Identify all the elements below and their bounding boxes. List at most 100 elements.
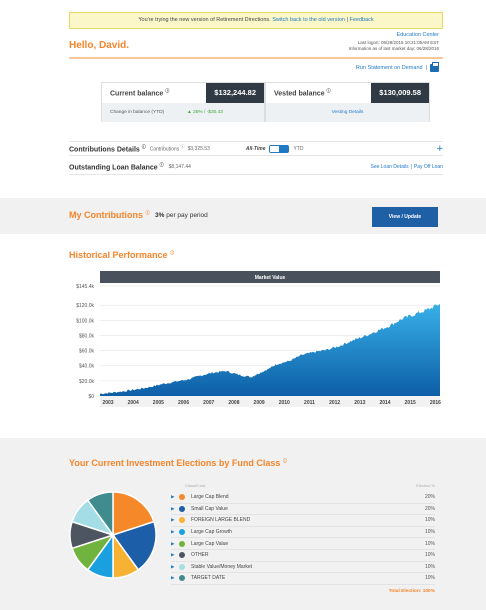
fund-name: Stable Value/Money Market	[191, 563, 253, 570]
banner-separator: |	[346, 17, 348, 23]
last-logon: Last logon: 06/28/2016 10:21:05AM EST	[357, 40, 439, 45]
x-tick-label: 2005	[153, 400, 164, 406]
chart-y-axis: $0 $20.0k $40.0k $60.0k $80.0k $100.0k $120.0k…	[76, 284, 94, 400]
expand-arrow-icon[interactable]: ▶	[171, 506, 179, 512]
x-tick-label: 2008	[228, 400, 239, 406]
info-icon[interactable]: ⓘ	[170, 250, 174, 255]
view-update-button[interactable]: View / Update	[372, 207, 438, 227]
up-arrow-icon: ▲	[187, 110, 192, 115]
x-tick-label: 2015	[405, 400, 416, 406]
elections-title: Your Current Investment Elections by Fun…	[69, 458, 287, 468]
y-tick-label: $0	[88, 394, 94, 400]
y-tick-label: $80.0k	[79, 333, 95, 339]
fund-pct: 10%	[424, 517, 435, 524]
expand-arrow-icon[interactable]: ▶	[171, 517, 179, 523]
fund-row[interactable]: ▶ TARGET DATE 10%	[171, 573, 435, 585]
banner-text: You're trying the new version of Retirem…	[138, 17, 271, 23]
y-tick-label: $20.0k	[79, 379, 95, 385]
info-icon[interactable]: ⓘ	[283, 458, 287, 463]
fund-class-pie-chart	[69, 491, 157, 579]
x-tick-label: 2012	[329, 400, 340, 406]
fund-color-dot	[179, 575, 185, 582]
fund-pct: 10%	[424, 529, 435, 536]
fund-name: Large Cap Blend	[191, 494, 229, 501]
my-contributions-title: My Contributions ⓘ	[69, 210, 150, 220]
header-divider	[69, 57, 443, 59]
fund-row[interactable]: ▶ Large Cap Growth 10%	[171, 527, 435, 539]
run-statement-separator: |	[425, 65, 427, 71]
ytd-label[interactable]: YTD	[293, 146, 303, 152]
info-icon[interactable]: ⓘ	[327, 88, 331, 93]
period-toggle[interactable]	[269, 144, 290, 153]
contribution-rate: 3% per pay period	[155, 212, 208, 219]
fund-row[interactable]: ▶ Large Cap Value 10%	[171, 538, 435, 550]
expand-arrow-icon[interactable]: ▶	[171, 529, 179, 535]
fund-name: TARGET DATE	[191, 575, 226, 582]
fund-row[interactable]: ▶ OTHER 10%	[171, 550, 435, 562]
fund-color-dot	[179, 563, 185, 570]
historical-performance-title: Historical Performance ⓘ	[69, 250, 175, 260]
expand-arrow-icon[interactable]: ▶	[171, 575, 179, 581]
fund-pct: 20%	[424, 505, 435, 512]
expand-arrow-icon[interactable]: ▶	[171, 564, 179, 570]
education-center-link[interactable]: Education Center	[397, 32, 440, 38]
x-tick-label: 2011	[304, 400, 315, 406]
current-balance-card: Current balance ⓘ $132,244.82 Change in …	[101, 82, 265, 122]
fund-name: Large Cap Growth	[191, 529, 232, 536]
contributions-details-row: Contributions Details ⓘ Contributions ⓘ …	[69, 141, 443, 156]
run-statement-row: Run Statement on Demand |	[356, 62, 439, 72]
current-balance-label: Current balance ⓘ	[110, 88, 170, 98]
market-value-chart: Market Value $0$20.0k$40.0k$60.0k$80.0k$…	[76, 271, 441, 407]
loan-title: Outstanding Loan Balance ⓘ	[69, 162, 164, 172]
fund-elections-table: Class/Fund Election % ▶ Large Cap Blend 20…	[171, 483, 435, 594]
fund-pct: 10%	[424, 563, 435, 570]
version-banner: You're trying the new version of Retirem…	[69, 12, 443, 29]
current-balance-value: $132,244.82	[206, 83, 264, 103]
loan-details-link[interactable]: See Loan Details	[370, 164, 408, 170]
pay-off-loan-link[interactable]: Pay Off Loan	[414, 164, 443, 170]
y-tick-label: $40.0k	[79, 364, 95, 370]
info-icon[interactable]: ⓘ	[165, 88, 169, 93]
info-date: Information as of last market day: 06/28…	[348, 45, 439, 51]
change-value: ▲ 25% / -$30.43	[187, 110, 223, 115]
fund-pct: 10%	[424, 575, 435, 582]
expand-plus-icon[interactable]: +	[437, 143, 443, 155]
fund-row[interactable]: ▶ FOREIGN LARGE BLEND 10%	[171, 515, 435, 527]
fund-table-header: Class/Fund Election %	[171, 483, 435, 492]
run-statement-link[interactable]: Run Statement on Demand	[356, 65, 423, 71]
fund-pct: 20%	[424, 494, 435, 501]
info-icon[interactable]: ⓘ	[160, 162, 164, 167]
loan-value: $8,147.44	[168, 164, 191, 170]
fund-row[interactable]: ▶ Small Cap Value 20%	[171, 504, 435, 516]
expand-arrow-icon[interactable]: ▶	[171, 552, 179, 558]
market-value-area	[100, 303, 440, 396]
expand-arrow-icon[interactable]: ▶	[171, 541, 179, 547]
x-tick-label: 2003	[102, 400, 113, 406]
contributions-sub-label: Contributions ⓘ	[149, 144, 185, 153]
total-election: Total Election: 100%	[388, 588, 435, 594]
fund-row[interactable]: ▶ Large Cap Blend 20%	[171, 492, 435, 504]
info-icon[interactable]: ⓘ	[146, 210, 150, 215]
contributions-title: Contributions Details ⓘ	[69, 143, 146, 154]
info-icon[interactable]: ⓘ	[142, 144, 146, 149]
feedback-link[interactable]: Feedback	[349, 17, 373, 23]
x-tick-label: 2004	[128, 400, 139, 406]
col-pct-header: Election %	[416, 483, 435, 488]
expand-arrow-icon[interactable]: ▶	[171, 494, 179, 500]
col-fund-header: Class/Fund	[185, 483, 206, 488]
fund-name: Large Cap Value	[191, 540, 229, 547]
fund-color-dot	[179, 494, 185, 501]
switch-version-link[interactable]: Switch back to the old version	[272, 17, 345, 23]
loan-separator: |	[410, 164, 412, 170]
fund-color-dot	[179, 517, 185, 524]
fund-row[interactable]: ▶ Stable Value/Money Market 10%	[171, 562, 435, 574]
chart-title: Market Value	[255, 275, 286, 281]
fund-pct: 10%	[424, 552, 435, 559]
all-time-label[interactable]: All-Time	[246, 146, 266, 152]
x-tick-label: 2007	[203, 400, 214, 406]
loan-row: Outstanding Loan Balance ⓘ $8,147.44 See…	[69, 160, 443, 175]
x-tick-label: 2016	[430, 400, 441, 406]
printer-icon[interactable]	[430, 62, 439, 72]
fund-name: Small Cap Value	[191, 505, 228, 512]
vesting-details-link[interactable]: Vesting Details	[332, 110, 364, 115]
